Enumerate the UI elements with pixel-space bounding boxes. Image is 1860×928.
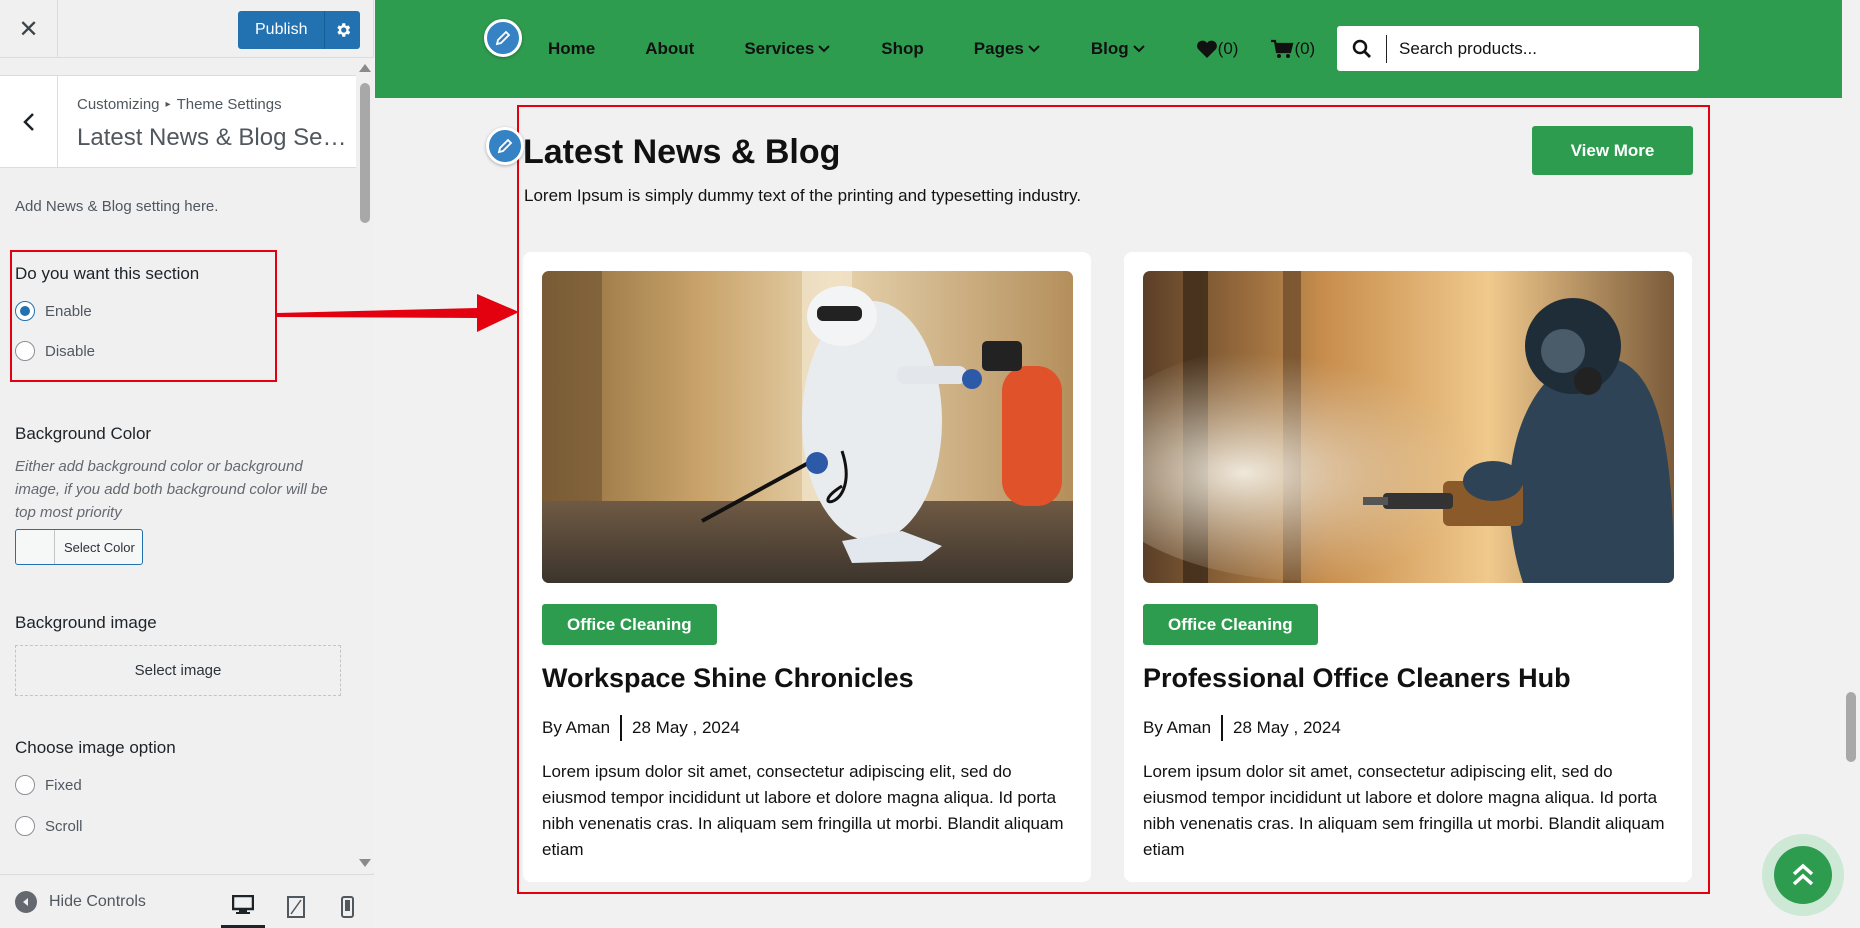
breadcrumb-section: Theme Settings (176, 96, 282, 113)
scrollbar-thumb[interactable] (360, 83, 370, 223)
radio-fixed[interactable]: Fixed (15, 775, 82, 795)
radio-scroll-control[interactable] (15, 816, 35, 836)
background-color-hint: Either add background color or backgroun… (15, 458, 328, 521)
edit-section-pencil-icon[interactable] (486, 127, 524, 165)
panel-description: Add News & Blog setting here. (15, 198, 219, 215)
section-toggle-label: Do you want this section (15, 264, 200, 283)
post-date: 28 May , 2024 (632, 718, 740, 737)
select-color-button[interactable]: Select Color (15, 529, 143, 565)
customizer-sidebar: ✕ Publish Customizing ▸ Theme Settings Lat… (0, 0, 374, 928)
blog-card: Office Cleaning Workspace Shine Chronicl… (523, 252, 1091, 882)
post-meta: By Aman 28 May , 2024 (542, 715, 740, 741)
customizer-footer: Hide Controls (0, 874, 374, 928)
select-image-button[interactable]: Select image (15, 645, 341, 696)
radio-disable-label: Disable (45, 342, 96, 360)
breadcrumb-separator-icon: ▸ (165, 99, 171, 110)
edit-shortcut-pencil-icon[interactable] (484, 19, 522, 57)
image-option-label: Choose image option (15, 738, 176, 757)
radio-disable-control[interactable] (15, 341, 35, 361)
scroll-down-icon[interactable] (359, 859, 371, 867)
panel-controls: Add News & Blog setting here. Do you wan… (0, 170, 356, 870)
cart-icon (1271, 39, 1294, 58)
blog-card: Office Cleaning Professional Office Clea… (1124, 252, 1692, 882)
category-tag[interactable]: Office Cleaning (542, 604, 717, 645)
desktop-preview-icon[interactable] (221, 885, 265, 928)
chevron-down-icon (1132, 45, 1145, 53)
post-excerpt: Lorem ipsum dolor sit amet, consectetur … (542, 762, 1064, 859)
wishlist-count: (0) (1217, 39, 1239, 58)
post-author[interactable]: By Aman (542, 718, 610, 738)
nav-shop[interactable]: Shop (881, 39, 924, 59)
double-chevron-up-icon (1774, 846, 1832, 904)
radio-fixed-label: Fixed (45, 776, 82, 794)
section-title: Latest News & Blog (523, 133, 841, 171)
select-color-label: Select Color (64, 539, 135, 555)
background-image-label: Background image (15, 613, 157, 632)
search-icon[interactable] (1337, 34, 1387, 63)
sidebar-scrollbar[interactable] (357, 58, 374, 873)
publish-settings-gear-icon[interactable] (324, 11, 361, 49)
nav-pages[interactable]: Pages (974, 39, 1041, 59)
scroll-up-icon[interactable] (359, 64, 371, 72)
post-title[interactable]: Professional Office Cleaners Hub (1143, 663, 1571, 694)
publish-button[interactable]: Publish (238, 11, 325, 49)
collapse-arrow-icon (15, 891, 37, 913)
meta-divider (620, 715, 623, 741)
preview-scrollbar[interactable] (1842, 0, 1860, 928)
site-preview: Home About Services Shop Pages Blog (0) … (375, 0, 1842, 928)
post-author[interactable]: By Aman (1143, 718, 1211, 738)
nav-pages-label: Pages (973, 39, 1024, 58)
hide-controls-label: Hide Controls (49, 893, 146, 910)
radio-enable[interactable]: Enable (15, 301, 92, 321)
post-excerpt: Lorem ipsum dolor sit amet, consectetur … (1143, 762, 1665, 859)
nav-blog[interactable]: Blog (1091, 39, 1146, 59)
chevron-down-icon (818, 45, 830, 53)
post-title[interactable]: Workspace Shine Chronicles (542, 663, 914, 694)
nav-home[interactable]: Home (548, 39, 595, 59)
scroll-to-top-button[interactable] (1762, 834, 1844, 916)
breadcrumb: Customizing ▸ Theme Settings (77, 96, 282, 113)
meta-divider (1221, 715, 1224, 741)
cart-link[interactable]: (0) (1270, 39, 1315, 59)
publish-group: Publish (238, 11, 361, 49)
cart-count: (0) (1294, 39, 1316, 58)
post-date: 28 May , 2024 (1233, 718, 1341, 737)
radio-enable-label: Enable (45, 302, 92, 320)
category-tag[interactable]: Office Cleaning (1143, 604, 1318, 645)
panel-title: Latest News & Blog Sec... (77, 124, 347, 151)
close-icon[interactable]: ✕ (0, 0, 58, 57)
section-subtitle: Lorem Ipsum is simply dummy text of the … (524, 186, 1082, 205)
tablet-preview-icon[interactable] (274, 885, 318, 928)
wishlist-link[interactable]: (0) (1196, 39, 1239, 59)
nav-about[interactable]: About (645, 39, 694, 59)
hide-controls-button[interactable]: Hide Controls (15, 891, 146, 913)
chevron-down-icon (1028, 45, 1040, 53)
radio-scroll-label: Scroll (45, 817, 83, 835)
view-more-button[interactable]: View More (1532, 126, 1693, 175)
radio-enable-control[interactable] (15, 301, 35, 321)
customizer-header: ✕ Publish (0, 0, 373, 58)
product-search (1337, 26, 1699, 71)
search-input[interactable] (1399, 38, 1679, 59)
radio-fixed-control[interactable] (15, 775, 35, 795)
background-color-label: Background Color (15, 424, 152, 443)
main-nav: Home About Services Shop Pages Blog (0) … (548, 0, 1347, 98)
radio-disable[interactable]: Disable (15, 341, 95, 361)
heart-icon (1196, 40, 1217, 58)
nav-services-label: Services (744, 39, 815, 58)
preview-scrollbar-thumb[interactable] (1846, 692, 1856, 762)
post-image[interactable] (1143, 271, 1674, 583)
nav-blog-label: Blog (1090, 39, 1129, 58)
nav-services[interactable]: Services (744, 39, 831, 59)
color-swatch (16, 530, 55, 564)
mobile-preview-icon[interactable] (325, 885, 369, 928)
post-meta: By Aman 28 May , 2024 (1143, 715, 1341, 741)
back-chevron-icon[interactable] (0, 76, 58, 167)
site-header: Home About Services Shop Pages Blog (0) … (375, 0, 1842, 98)
breadcrumb-root: Customizing (77, 96, 160, 113)
post-image[interactable] (542, 271, 1073, 583)
radio-scroll[interactable]: Scroll (15, 816, 83, 836)
panel-header: Customizing ▸ Theme Settings Latest News &… (0, 75, 356, 168)
annotation-arrow-icon (277, 294, 519, 332)
